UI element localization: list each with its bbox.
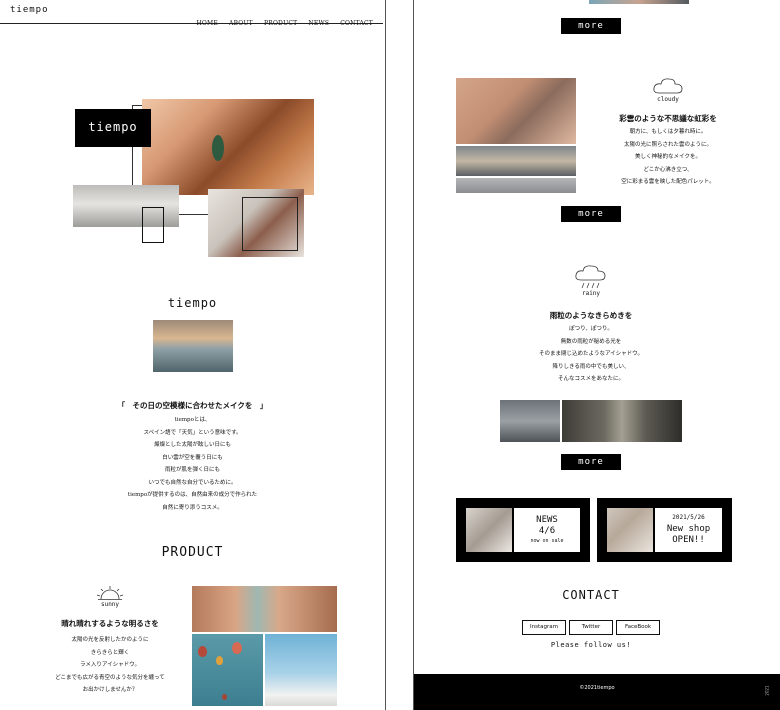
sunny-section: sunny 晴れ晴れするような明るさを 太陽の光を反射したかのように きらきらと… xyxy=(0,585,385,710)
main-nav: HOME ABOUT PRODUCT NEWS CONTACT xyxy=(190,10,373,29)
cloudy-line-4: どこか心沸き立つ、 xyxy=(643,166,693,173)
sunny-more-button[interactable]: more xyxy=(561,18,621,34)
cloudy-line-2: 太陽の光に照らされた雲のように。 xyxy=(623,141,712,148)
site-logo[interactable]: tiempo xyxy=(10,5,49,15)
rainy-text: ぽつり、ぽつり。 無数の雨粒が秘める光を そのまま閉じ込めたようなアイシャドウ。… xyxy=(414,323,768,386)
hero-cosmetics-frame xyxy=(242,197,298,251)
about-line-5: 雨粒が肌を弾く日にも xyxy=(164,467,220,473)
contact-title: CONTACT xyxy=(562,588,620,602)
sunny-icon xyxy=(96,586,124,600)
news-card-1-photo xyxy=(466,508,512,552)
hero-collage: tiempo xyxy=(70,95,320,260)
rainy-heading: 雨粒のようなきらめきを xyxy=(549,311,633,320)
news-card-1-title: NEWS xyxy=(536,515,558,525)
rainy-line-4: 降りしきる雨の中でも美しい、 xyxy=(552,363,630,370)
sunny-text: 太陽の光を反射したかのように きらきらと輝く ラメ入りアイシャドウ。 どこまでも… xyxy=(40,634,180,697)
balloon-3 xyxy=(216,656,223,665)
news-card-2-title: New shop xyxy=(666,524,711,534)
twitter-button[interactable]: Twitter xyxy=(569,620,613,635)
cloudy-text: 朝方に、もしくは夕暮れ時に。 太陽の光に照らされた雲のように。 美しく神秘的なメ… xyxy=(598,126,738,189)
cloudy-line-1: 朝方に、もしくは夕暮れ時に。 xyxy=(629,129,707,135)
nav-home[interactable]: HOME xyxy=(196,20,217,27)
footer-copyright: ©2021tiempo xyxy=(579,685,615,691)
cloudy-sky-photo-2 xyxy=(456,178,576,193)
sunny-line-2: きらきらと輝く xyxy=(90,649,130,656)
rainy-icon xyxy=(575,265,606,289)
rainy-line-3: そのまま閉じ込めたようなアイシャドウ。 xyxy=(538,351,644,357)
facebook-button[interactable]: FaceBook xyxy=(616,620,660,635)
cloudy-icon xyxy=(653,78,683,94)
sunny-clouds-photo xyxy=(265,634,337,706)
about-heading: 「 その日の空模様に合わせたメイクを 」 xyxy=(117,401,268,410)
news-card-1[interactable]: NEWS 4/6 now on sale xyxy=(456,498,590,562)
cloudy-face-photo xyxy=(456,78,576,144)
site-footer: ©2021tiempo 2021 xyxy=(414,674,780,710)
left-panel: tiempo HOME ABOUT PRODUCT NEWS CONTACT t… xyxy=(0,0,385,710)
sunny-balloons-photo xyxy=(192,634,263,706)
news-card-1-date: 4/6 xyxy=(538,526,556,536)
news-card-1-sub: now on sale xyxy=(530,538,564,544)
nav-news[interactable]: NEWS xyxy=(308,20,329,27)
about-line-1: tiempoとは、 xyxy=(174,417,211,423)
hero-logo-block: tiempo xyxy=(75,109,151,147)
product-title: PRODUCT xyxy=(161,545,224,560)
rainy-icon-label: rainy xyxy=(581,290,601,297)
sunny-line-1: 太陽の光を反射したかのように xyxy=(71,637,149,643)
news-card-2-sub: OPEN!! xyxy=(672,535,705,545)
hero-face-photo xyxy=(142,99,314,195)
rainy-more-button[interactable]: more xyxy=(561,454,621,470)
hero-logo-text: tiempo xyxy=(88,120,138,134)
hero-earring-accent xyxy=(212,135,224,161)
cloudy-section: cloudy 彩雲のような不思議な虹彩を 朝方に、もしくは夕暮れ時に。 太陽の光… xyxy=(414,76,780,226)
site-header: tiempo HOME ABOUT PRODUCT NEWS CONTACT xyxy=(0,0,383,27)
cloudy-line-3: 美しく神秘的なメイクを。 xyxy=(635,154,701,160)
right-panel: more cloudy 彩雲のような不思議な虹彩を 朝方に、もしくは夕暮れ時に。… xyxy=(414,0,780,710)
sunny-eye-photo xyxy=(192,586,337,632)
cloudy-line-5: 空に彩まる雲を映した配色パレット。 xyxy=(621,179,715,185)
news-card-2[interactable]: 2021/5/26 New shop OPEN!! xyxy=(597,498,732,562)
sunny-line-5: お出かけしませんか？ xyxy=(82,687,138,693)
sunny-line-4: どこまでも広がる青空のような気分を纏って xyxy=(55,674,165,681)
nav-product[interactable]: PRODUCT xyxy=(264,20,297,27)
hero-sky-frame xyxy=(142,207,164,243)
news-card-2-photo xyxy=(607,508,653,552)
balloon-4 xyxy=(222,694,227,700)
follow-text: Please follow us! xyxy=(550,641,632,649)
cloudy-sky-photo xyxy=(456,146,576,176)
balloon-2 xyxy=(232,642,242,654)
nav-contact[interactable]: CONTACT xyxy=(340,20,373,27)
rainy-line-1: ぽつり、ぽつり。 xyxy=(569,326,613,332)
balloon-1 xyxy=(198,646,207,657)
about-section: tiempo 「 その日の空模様に合わせたメイクを 」 tiempoとは、 スペ… xyxy=(0,296,385,516)
about-line-7: tiempoが提供するのは、自然由来の成分で作られた xyxy=(127,492,258,498)
sunny-photo-strip xyxy=(589,0,689,4)
cloudy-heading: 彩雲のような不思議な虹彩を xyxy=(619,114,717,123)
panel-divider-left xyxy=(385,0,386,710)
about-line-4: 白い雲が空を覆う日にも xyxy=(162,454,223,461)
sunny-icon-label: sunny xyxy=(100,601,120,608)
rainy-section: rainy 雨粒のようなきらめきを ぽつり、ぽつり。 無数の雨粒が秘める光を そ… xyxy=(414,264,780,444)
rainy-eye-photo xyxy=(562,400,682,442)
sunny-line-3: ラメ入りアイシャドウ。 xyxy=(80,662,140,668)
about-line-8: 自然に寄り添うコスメ。 xyxy=(162,504,223,511)
cloudy-icon-label: cloudy xyxy=(657,96,679,103)
about-sea-photo xyxy=(153,320,233,372)
rainy-window-photo xyxy=(500,400,560,442)
about-line-2: スペイン語で「天気」という意味です。 xyxy=(143,429,242,436)
rainy-line-2: 無数の雨粒が秘める光を xyxy=(560,338,622,345)
rainy-line-5: そんなコスメをあなたに。 xyxy=(557,376,624,382)
footer-side-note: 2021 xyxy=(764,685,770,696)
about-line-6: いつでも自然な自分でいるために。 xyxy=(148,479,237,486)
sunny-heading: 晴れ晴れするような明るさを xyxy=(61,619,159,628)
about-text: tiempoとは、 スペイン語で「天気」という意味です。 燦燦とした太陽が眩しい… xyxy=(0,414,385,514)
news-card-2-date: 2021/5/26 xyxy=(672,514,705,521)
about-line-3: 燦燦とした太陽が眩しい日にも xyxy=(153,442,231,448)
cloudy-more-button[interactable]: more xyxy=(561,206,621,222)
nav-about[interactable]: ABOUT xyxy=(229,20,253,27)
instagram-button[interactable]: Instagram xyxy=(522,620,566,635)
about-title: tiempo xyxy=(167,296,218,310)
